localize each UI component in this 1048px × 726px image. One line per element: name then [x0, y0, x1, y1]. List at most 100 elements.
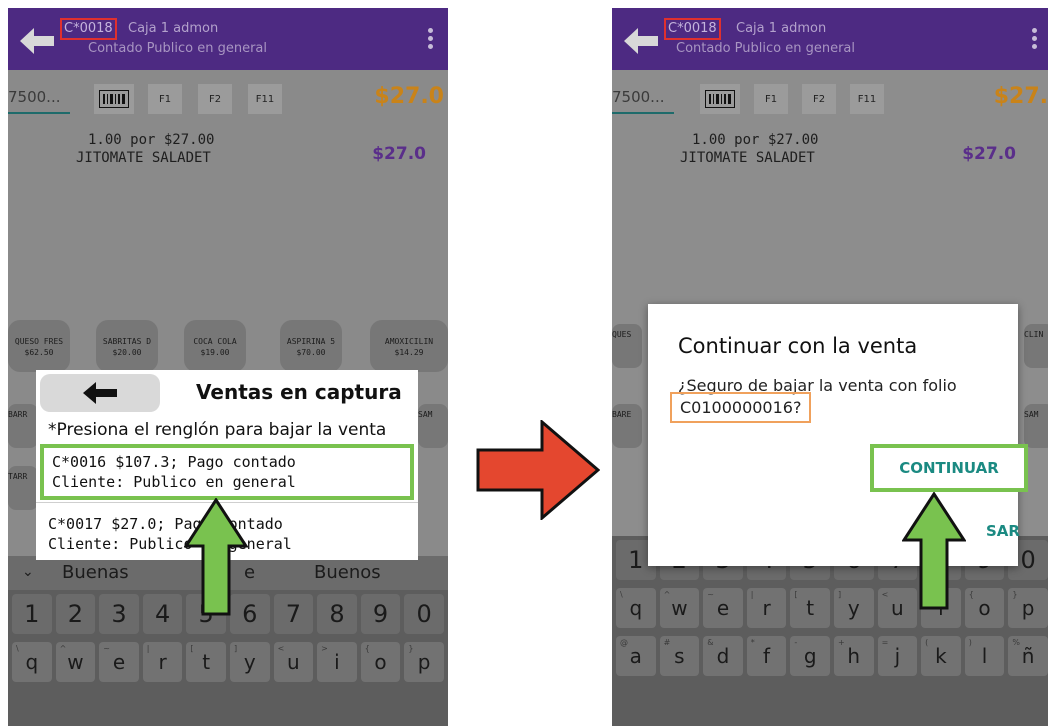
item-name: JITOMATE SALADET — [680, 150, 815, 166]
folio-label: C*0018 — [60, 18, 117, 40]
key-0[interactable]: 0 — [404, 594, 444, 634]
key-p[interactable]: } p — [404, 642, 444, 682]
barcode-icon — [705, 90, 735, 108]
app-bar: C*0018 Caja 1 admon Contado Publico en g… — [8, 8, 448, 70]
title-label: Caja 1 admon — [128, 21, 219, 36]
back-arrow-icon — [83, 382, 117, 404]
product-button-partial[interactable]: TARR — [8, 466, 38, 510]
f2-button[interactable]: F2 — [198, 84, 232, 114]
back-arrow-icon[interactable] — [20, 28, 54, 54]
product-button-partial[interactable]: CLIN — [1024, 324, 1048, 368]
key-p[interactable]: } p — [1008, 588, 1048, 628]
dialog-hint: *Presiona el renglón para bajar la venta — [48, 420, 387, 440]
product-button[interactable]: SABRITAS D $20.00 — [96, 320, 158, 372]
product-button-partial[interactable]: SAM — [418, 404, 448, 448]
key-n-tilde[interactable]: % ñ — [1008, 636, 1048, 676]
key-2[interactable]: 2 — [55, 594, 96, 634]
letter-row: \q ^w ~e |r [t ]y <u >i {o }p — [8, 642, 448, 682]
key-o[interactable]: {o — [964, 588, 1005, 628]
key-8[interactable]: 8 — [317, 594, 357, 634]
app-bar: C*0018 Caja 1 admon Contado Publico en g… — [612, 8, 1048, 70]
key-h[interactable]: + h — [833, 636, 874, 676]
dialog-title: Continuar con la venta — [678, 334, 918, 358]
key-y[interactable]: ] y — [833, 588, 874, 628]
pointer-up-arrow-icon — [902, 492, 966, 610]
cancel-button[interactable]: SAR — [986, 522, 1020, 540]
key-4[interactable]: 4 — [142, 594, 183, 634]
continue-button[interactable]: CONTINUAR — [870, 444, 1028, 492]
right-screen: C*0018 Caja 1 admon Contado Publico en g… — [612, 8, 1048, 726]
dialog-folio: C0100000016? — [670, 392, 812, 423]
key-3[interactable]: 3 — [99, 594, 139, 634]
key-t[interactable]: [t — [186, 642, 226, 682]
back-arrow-icon[interactable] — [624, 28, 658, 54]
key-1[interactable]: 1 — [12, 594, 52, 634]
key-e[interactable]: ~ e — [703, 588, 743, 628]
f11-button[interactable]: F11 — [248, 84, 282, 114]
key-o[interactable]: {o — [360, 642, 401, 682]
sale-row[interactable]: C*0016 $107.3; Pago contado Cliente: Publ… — [40, 444, 414, 500]
suggestion-item[interactable]: Buenos — [314, 562, 381, 583]
key-i[interactable]: >i — [317, 642, 357, 682]
key-9[interactable]: 9 — [360, 594, 401, 634]
item-quantity-line: 1.00 por $27.00 — [88, 132, 215, 148]
f1-button[interactable]: F1 — [148, 84, 182, 114]
key-r[interactable]: | r — [142, 642, 183, 682]
sale-total: $27.0 — [374, 84, 444, 109]
pointer-up-arrow-icon — [184, 498, 248, 616]
suggestion-item[interactable]: Buenas — [62, 562, 129, 583]
subtitle-label: Contado Publico en general — [676, 41, 856, 56]
product-button-partial[interactable]: SAM — [1024, 404, 1048, 448]
letter-row: \q ^w ~e |r [t ]y <u >i {o }p — [612, 588, 1048, 628]
title-label: Caja 1 admon — [736, 21, 827, 36]
key-g[interactable]: -g — [790, 636, 830, 676]
item-name: JITOMATE SALADET — [76, 150, 211, 166]
key-q[interactable]: \ q — [616, 588, 656, 628]
f1-button[interactable]: F1 — [754, 84, 788, 114]
expand-icon[interactable]: ⌄ — [22, 564, 34, 580]
key-l[interactable]: ) l — [964, 636, 1005, 676]
product-button-partial[interactable]: BARR — [8, 404, 38, 448]
key-d[interactable]: & d — [703, 636, 743, 676]
item-price: $27.0 — [372, 144, 426, 164]
folio-label: C*0018 — [664, 18, 721, 40]
barcode-button[interactable] — [94, 84, 134, 114]
key-u[interactable]: < u — [273, 642, 314, 682]
dialog-title: Ventas en captura — [196, 380, 402, 404]
f2-button[interactable]: F2 — [802, 84, 836, 114]
key-j[interactable]: = j — [877, 636, 918, 676]
key-7[interactable]: 7 — [273, 594, 314, 634]
barcode-button[interactable] — [700, 84, 740, 114]
key-s[interactable]: # s — [659, 636, 700, 676]
key-f[interactable]: * f — [746, 636, 787, 676]
more-vert-icon[interactable] — [1032, 28, 1038, 50]
f11-button[interactable]: F11 — [850, 84, 884, 114]
left-screen: C*0018 Caja 1 admon Contado Publico en g… — [8, 8, 448, 726]
product-button[interactable]: QUESO FRES $62.50 — [8, 320, 70, 372]
sale-total: $27. — [993, 84, 1048, 109]
search-input[interactable]: 7500... — [612, 84, 674, 114]
key-a[interactable]: @ a — [616, 636, 656, 676]
item-price: $27.0 — [962, 144, 1016, 164]
product-button[interactable]: COCA COLA $19.00 — [184, 320, 246, 372]
item-quantity-line: 1.00 por $27.00 — [692, 132, 819, 148]
key-r[interactable]: | r — [746, 588, 787, 628]
flow-arrow-icon — [476, 420, 600, 520]
key-q[interactable]: \ q — [12, 642, 52, 682]
product-button[interactable]: AMOXICILIN $14.29 — [370, 320, 448, 372]
key-y[interactable]: ] y — [229, 642, 270, 682]
key-w[interactable]: ^ w — [659, 588, 700, 628]
key-t[interactable]: [t — [790, 588, 830, 628]
product-button-partial[interactable]: QUES — [612, 324, 642, 368]
subtitle-label: Contado Publico en general — [88, 41, 268, 56]
key-e[interactable]: ~ e — [99, 642, 139, 682]
search-input[interactable]: 7500... — [8, 84, 70, 114]
key-k[interactable]: (k — [921, 636, 961, 676]
more-vert-icon[interactable] — [428, 28, 434, 50]
dialog-back-button[interactable] — [40, 374, 160, 412]
barcode-icon — [99, 90, 129, 108]
product-button[interactable]: ASPIRINA 5 $70.00 — [280, 320, 342, 372]
letter-row: @ a # s & d * f -g + h = j (k ) l % ñ — [612, 636, 1048, 676]
key-w[interactable]: ^ w — [55, 642, 96, 682]
product-button-partial[interactable]: BARE — [612, 404, 642, 448]
